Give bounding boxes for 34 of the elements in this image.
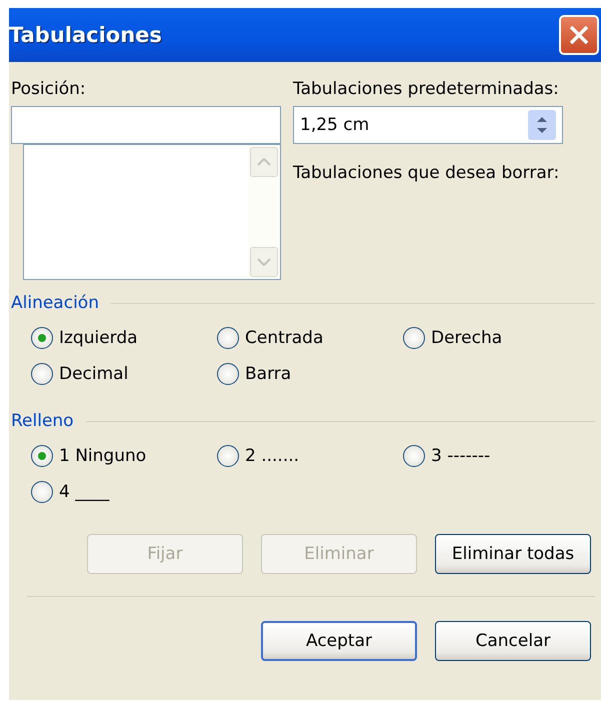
radio-option[interactable]: 3 ------- — [403, 442, 589, 470]
group-title: Alineación — [11, 293, 99, 313]
radio-icon[interactable] — [31, 327, 53, 349]
radio-icon[interactable] — [403, 445, 425, 467]
radio-icon[interactable] — [217, 363, 239, 385]
field-label: Tabulaciones que desea borrar: — [293, 162, 560, 184]
field-value: 1,25 cm — [300, 115, 370, 135]
close-button[interactable] — [559, 15, 599, 55]
field-label: Tabulaciones predeterminadas: — [293, 78, 560, 100]
radio-icon[interactable] — [217, 445, 239, 467]
radio-option[interactable]: 4 ____ — [31, 478, 217, 506]
radio-option[interactable]: Decimal — [31, 360, 217, 388]
radio-option[interactable]: 1 Ninguno — [31, 442, 217, 470]
position-field[interactable] — [11, 106, 281, 144]
radio-icon[interactable] — [217, 327, 239, 349]
spin-arrows-icon[interactable] — [528, 110, 556, 140]
spin-field[interactable]: 1,25 cm — [293, 106, 563, 144]
ok-button[interactable]: Aceptar — [261, 621, 417, 661]
group-title: Relleno — [11, 411, 74, 431]
radio-option[interactable]: Barra — [217, 360, 403, 388]
radio-icon[interactable] — [31, 363, 53, 385]
window-title: Tabulaciones — [9, 23, 162, 47]
radio-option[interactable]: 2 ....... — [217, 442, 403, 470]
action-button[interactable]: Eliminar todas — [435, 534, 591, 574]
radio-icon[interactable] — [403, 327, 425, 349]
radio-icon[interactable] — [31, 481, 53, 503]
radio-option[interactable]: Derecha — [403, 324, 589, 352]
field-label: Posición: — [11, 78, 87, 100]
radio-icon[interactable] — [31, 445, 53, 467]
close-icon — [568, 24, 590, 46]
radio-option[interactable]: Centrada — [217, 324, 403, 352]
cancel-button[interactable]: Cancelar — [435, 621, 591, 661]
radio-option[interactable]: Izquierda — [31, 324, 217, 352]
tab-stop-list[interactable] — [23, 144, 281, 280]
